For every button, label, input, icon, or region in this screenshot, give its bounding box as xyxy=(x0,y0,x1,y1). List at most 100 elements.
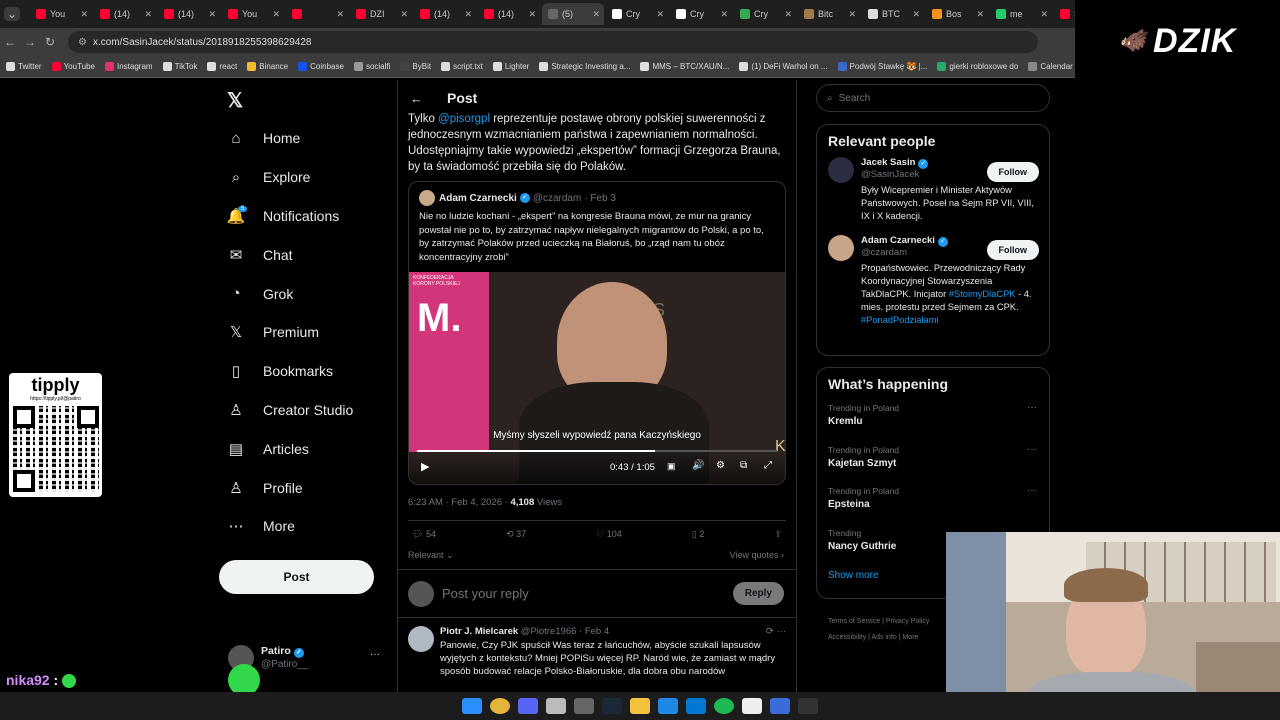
terminal-icon[interactable] xyxy=(798,698,818,714)
nav-item-notifications[interactable]: 🔔 Notifications 5 xyxy=(218,197,388,236)
nav-item-profile[interactable]: ♙ Profile xyxy=(218,468,388,507)
back-arrow-icon[interactable]: ← xyxy=(410,91,423,106)
pip-icon[interactable]: ⧉ xyxy=(740,460,747,471)
nav-item-explore[interactable]: ⌕ Explore xyxy=(218,158,388,197)
start-icon[interactable] xyxy=(462,698,482,714)
trend-more-icon[interactable]: ··· xyxy=(1027,444,1037,455)
fullscreen-icon[interactable]: ⤢ xyxy=(764,460,772,471)
app-icon[interactable] xyxy=(742,698,762,714)
forward-icon[interactable]: → xyxy=(20,35,40,49)
browser-tab[interactable]: You ✕ xyxy=(30,3,92,25)
reply-item[interactable]: Piotr J. Mielcarek @Piotre1966 · Feb 4 ⟳ … xyxy=(398,618,796,678)
close-tab-icon[interactable]: ✕ xyxy=(208,9,216,20)
trend-item[interactable]: Trending in Poland Kremlu ··· xyxy=(817,400,1049,442)
post-timestamp[interactable]: 6:23 AM · Feb 4, 2026 · xyxy=(408,497,510,508)
browser-tab[interactable]: DZI ✕ xyxy=(350,3,412,25)
close-tab-icon[interactable]: ✕ xyxy=(592,9,600,20)
share-icon[interactable]: ⇪ xyxy=(774,529,782,540)
person-item[interactable]: Jacek Sasin ✓ @SasinJacek Były Wicepremie… xyxy=(817,157,1049,223)
reply-input[interactable]: Post your reply xyxy=(442,586,733,601)
like-action[interactable]: ♡ 104 xyxy=(596,529,622,540)
bookmark-item[interactable]: Coinbase xyxy=(298,62,344,71)
bookmark-item[interactable]: MMS – BTC/XAU/N... xyxy=(640,62,729,71)
browser-tab[interactable]: Cry ✕ xyxy=(606,3,668,25)
close-tab-icon[interactable]: ✕ xyxy=(784,9,792,20)
browser-tab[interactable]: (14) ✕ xyxy=(94,3,156,25)
close-tab-icon[interactable]: ✕ xyxy=(976,9,984,20)
browser-tab[interactable]: Bitc ✕ xyxy=(798,3,860,25)
close-tab-icon[interactable]: ✕ xyxy=(464,9,472,20)
tab-list-button[interactable]: ⌄ xyxy=(4,7,20,21)
bookmark-action[interactable]: ▯ 2 xyxy=(692,529,704,540)
browser-tab[interactable]: Cry ✕ xyxy=(670,3,732,25)
bookmark-item[interactable]: script.txt xyxy=(441,62,483,71)
obs-icon[interactable] xyxy=(574,698,594,714)
close-tab-icon[interactable]: ✕ xyxy=(528,9,536,20)
close-tab-icon[interactable]: ✕ xyxy=(336,9,344,20)
bookmark-item[interactable]: socialfi xyxy=(353,62,390,71)
browser-tab[interactable]: BTC ✕ xyxy=(862,3,924,25)
view-quotes-link[interactable]: View quotes › xyxy=(730,550,784,561)
account-more-icon[interactable]: ··· xyxy=(370,649,380,660)
browser-tab[interactable]: ✕ xyxy=(286,3,348,25)
back-icon[interactable]: ← xyxy=(0,35,20,49)
repost-action[interactable]: ⟲ 37 xyxy=(506,529,526,540)
app-icon[interactable] xyxy=(546,698,566,714)
site-info-icon[interactable]: ⚙ xyxy=(78,37,87,48)
reply-button[interactable]: Reply xyxy=(732,582,784,605)
bookmark-item[interactable]: Podwój Stawkę 🐯 |... xyxy=(837,62,927,71)
nav-item-home[interactable]: ⌂ Home xyxy=(218,119,388,158)
follow-button[interactable]: Follow xyxy=(986,162,1039,182)
browser-tab[interactable]: (14) ✕ xyxy=(414,3,476,25)
browser-tab[interactable]: (5) ✕ xyxy=(542,3,604,25)
reply-action[interactable]: 💬︎ 54 xyxy=(412,529,436,540)
nav-item-grok[interactable]: ◔ Grok xyxy=(218,274,388,313)
hashtag-link[interactable]: #PonadPodziałami xyxy=(861,315,939,325)
nav-item-premium[interactable]: 𝕏 Premium xyxy=(218,313,388,352)
nav-item-articles[interactable]: ▤ Articles xyxy=(218,429,388,468)
bookmark-item[interactable]: YouTube xyxy=(51,62,95,71)
footer-link[interactable]: More xyxy=(902,634,918,641)
spotify-icon[interactable] xyxy=(714,698,734,714)
close-tab-icon[interactable]: ✕ xyxy=(720,9,728,20)
volume-icon[interactable]: 🔊 xyxy=(692,460,704,471)
app-icon[interactable] xyxy=(686,698,706,714)
quoted-post[interactable]: Adam Czarnecki ✓ @czardam · Feb 3 Nie no… xyxy=(408,181,786,485)
x-logo-icon[interactable]: 𝕏 xyxy=(227,88,243,113)
bookmark-item[interactable]: Instagram xyxy=(105,62,153,71)
bookmark-item[interactable]: Binance xyxy=(247,62,288,71)
bookmark-item[interactable]: Strategic Investing a... xyxy=(539,62,630,71)
trend-more-icon[interactable]: ··· xyxy=(1027,402,1037,413)
nav-item-chat[interactable]: ✉ Chat xyxy=(218,235,388,274)
footer-link[interactable]: Accessibility xyxy=(828,634,866,641)
app-icon[interactable] xyxy=(770,698,790,714)
discord-icon[interactable] xyxy=(518,698,538,714)
close-tab-icon[interactable]: ✕ xyxy=(848,9,856,20)
bookmark-item[interactable]: TikTok xyxy=(162,62,197,71)
person-item[interactable]: Adam Czarnecki ✓ @czardam Propaństwowiec.… xyxy=(817,235,1049,327)
footer-link[interactable]: Terms of Service xyxy=(828,618,880,625)
bookmark-item[interactable]: Twitter xyxy=(6,62,42,71)
trend-item[interactable]: Trending in Poland Kajetan Szmyt ··· xyxy=(817,442,1049,484)
bookmark-item[interactable]: ByBit xyxy=(400,62,431,71)
bookmark-item[interactable]: gierki robloxowe do xyxy=(937,62,1018,71)
close-tab-icon[interactable]: ✕ xyxy=(80,9,88,20)
bookmark-item[interactable]: Lighter xyxy=(492,62,529,71)
app-icon[interactable] xyxy=(658,698,678,714)
browser-tab[interactable]: Bos ✕ xyxy=(926,3,988,25)
chrome-icon[interactable] xyxy=(490,698,510,714)
search-input[interactable]: ⌕ Search xyxy=(816,84,1050,112)
play-icon[interactable]: ▶ xyxy=(421,460,429,473)
browser-tab[interactable]: (14) ✕ xyxy=(158,3,220,25)
address-bar[interactable]: ⚙ x.com/SasinJacek/status/201891825539862… xyxy=(68,31,1038,53)
video-progress[interactable] xyxy=(417,450,777,452)
mention-link[interactable]: @pisorgpl xyxy=(438,113,490,125)
nav-item-bookmarks[interactable]: ▯ Bookmarks xyxy=(218,352,388,391)
sort-replies-dropdown[interactable]: Relevant ⌄ xyxy=(408,550,454,561)
folder-icon[interactable] xyxy=(630,698,650,714)
close-tab-icon[interactable]: ✕ xyxy=(656,9,664,20)
settings-icon[interactable]: ⚙ xyxy=(716,460,725,471)
footer-link[interactable]: Ads info xyxy=(871,634,896,641)
browser-tab[interactable]: Cry ✕ xyxy=(734,3,796,25)
steam-icon[interactable] xyxy=(602,698,622,714)
